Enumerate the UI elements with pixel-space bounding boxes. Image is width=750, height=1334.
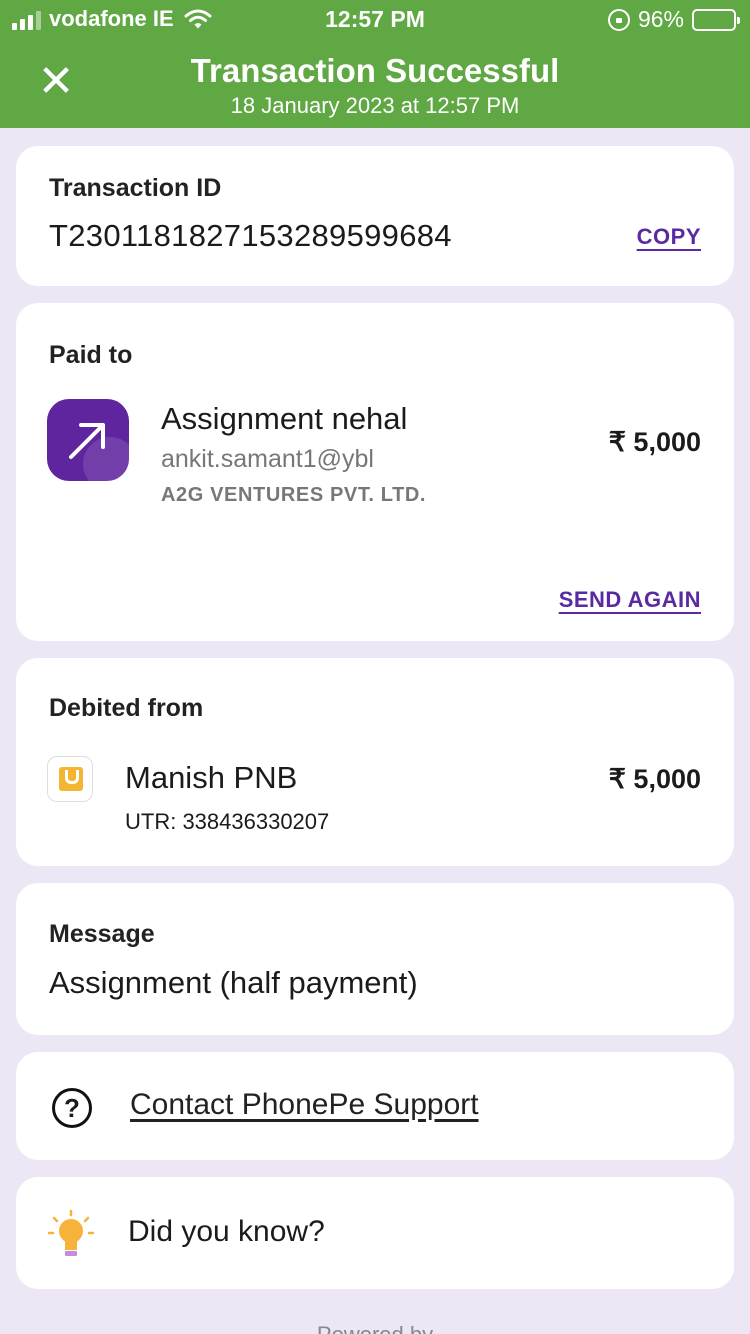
orientation-lock-icon bbox=[607, 8, 630, 31]
arrow-up-right-icon bbox=[47, 399, 129, 481]
contact-support-link[interactable]: Contact PhonePe Support bbox=[130, 1088, 479, 1122]
paid-to-card: Paid to Assignment nehal ankit.samant1@y… bbox=[16, 303, 734, 641]
debited-amount: ₹ 5,000 bbox=[608, 764, 701, 794]
lightbulb-icon bbox=[47, 1209, 95, 1259]
message-label: Message bbox=[49, 920, 155, 948]
battery-icon bbox=[692, 8, 740, 31]
send-again-button[interactable]: SEND AGAIN bbox=[559, 587, 701, 613]
powered-by-label: Powered by bbox=[0, 1322, 750, 1334]
debited-from-card: Debited from Manish PNB UTR: 33843633020… bbox=[16, 658, 734, 866]
help-icon: ? bbox=[52, 1088, 92, 1128]
payee-name: Assignment nehal bbox=[161, 401, 408, 436]
payee-legal-name: A2G VENTURES PVT. LTD. bbox=[161, 484, 427, 506]
transaction-id-value: T2301181827153289599684 bbox=[49, 218, 452, 253]
message-card: Message Assignment (half payment) bbox=[16, 883, 734, 1035]
did-you-know-card[interactable]: Did you know? bbox=[16, 1177, 734, 1289]
copy-button[interactable]: COPY bbox=[637, 224, 701, 250]
pnb-bank-icon bbox=[47, 756, 93, 802]
status-right: 96% bbox=[607, 6, 740, 33]
transaction-id-label: Transaction ID bbox=[49, 174, 222, 202]
bank-account-name: Manish PNB bbox=[125, 760, 298, 795]
did-you-know-label: Did you know? bbox=[128, 1215, 325, 1248]
debited-from-label: Debited from bbox=[49, 694, 204, 722]
payee-upi-id: ankit.samant1@ybl bbox=[161, 445, 374, 473]
battery-percent: 96% bbox=[637, 6, 684, 32]
transaction-id-card: Transaction ID T2301181827153289599684 C… bbox=[16, 146, 734, 286]
page-subtitle: 18 January 2023 at 12:57 PM bbox=[230, 93, 520, 118]
support-card[interactable]: ? Contact PhonePe Support bbox=[16, 1052, 734, 1160]
status-bar: vodafone IE 12:57 PM 96% bbox=[0, 0, 750, 40]
message-text: Assignment (half payment) bbox=[49, 965, 418, 1000]
paid-amount: ₹ 5,000 bbox=[608, 427, 701, 457]
utr-number: UTR: 338436330207 bbox=[125, 809, 330, 834]
paid-to-label: Paid to bbox=[49, 341, 133, 369]
page-title: Transaction Successful bbox=[190, 52, 560, 89]
header: vodafone IE 12:57 PM 96% ✕ Transaction S… bbox=[0, 0, 750, 128]
